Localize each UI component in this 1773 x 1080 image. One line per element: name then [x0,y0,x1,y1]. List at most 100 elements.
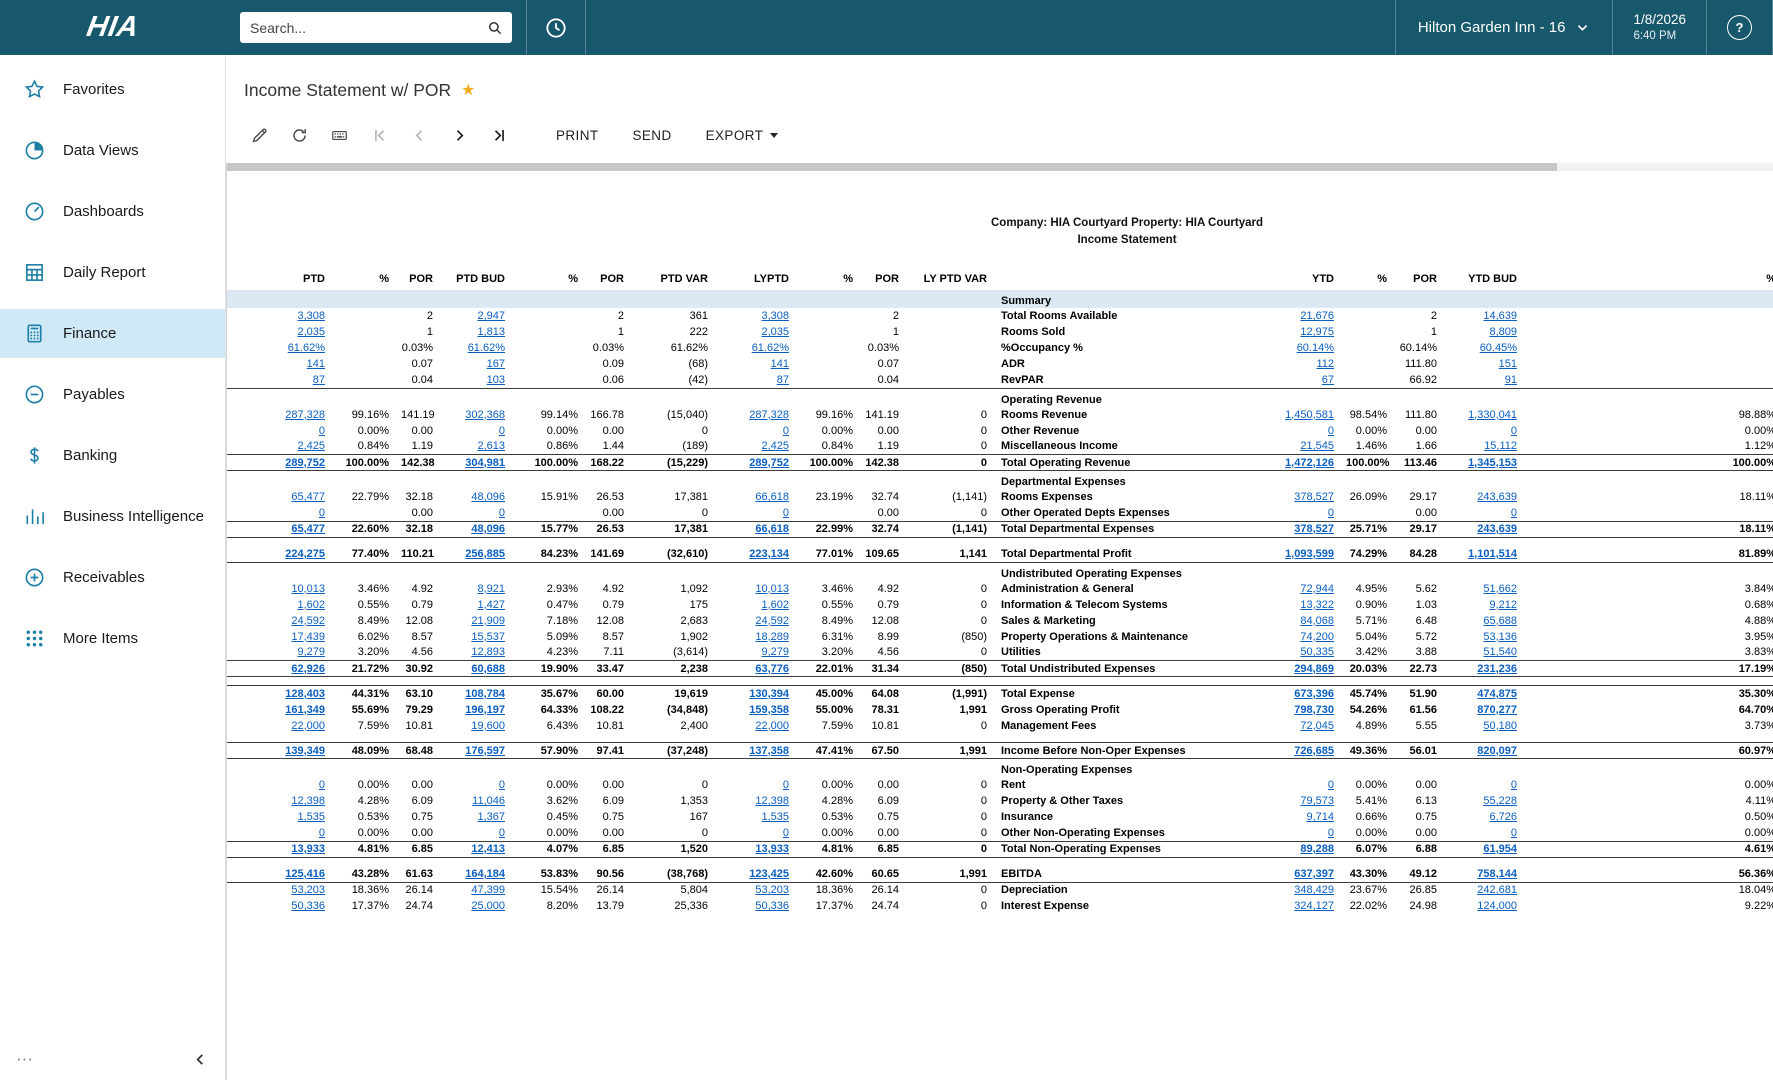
drilldown-link[interactable]: 378,527 [1294,491,1334,503]
recent-items-button[interactable] [527,0,585,55]
drilldown-link[interactable]: 8,921 [477,583,505,595]
drilldown-link[interactable]: 223,134 [749,548,789,560]
drilldown-link[interactable]: 0 [319,425,325,437]
drilldown-link[interactable]: 22,000 [291,720,325,732]
horizontal-scrollbar[interactable] [227,163,1773,171]
drilldown-link[interactable]: 21,545 [1300,440,1334,452]
sidebar-item-more-items[interactable]: More Items [0,614,225,663]
drilldown-link[interactable]: 1,602 [761,599,789,611]
drilldown-link[interactable]: 87 [313,374,325,386]
drilldown-link[interactable]: 1,450,581 [1285,409,1334,421]
drilldown-link[interactable]: 176,597 [465,745,505,757]
drilldown-link[interactable]: 0 [783,827,789,839]
drilldown-link[interactable]: 798,730 [1294,704,1334,716]
drilldown-link[interactable]: 159,358 [749,704,789,716]
drilldown-link[interactable]: 141 [771,358,789,370]
more-options-icon[interactable]: ⋯ [16,1055,35,1065]
drilldown-link[interactable]: 6,726 [1489,811,1517,823]
drilldown-link[interactable]: 60.14% [1297,342,1334,354]
drilldown-link[interactable]: 0 [499,779,505,791]
drilldown-link[interactable]: 289,752 [285,457,325,469]
drilldown-link[interactable]: 15,112 [1484,440,1517,452]
drilldown-link[interactable]: 0 [1328,425,1334,437]
sidebar-item-finance[interactable]: Finance [0,309,225,358]
drilldown-link[interactable]: 65,477 [291,523,325,535]
help-button[interactable]: ? [1727,15,1752,40]
drilldown-link[interactable]: 287,328 [749,409,789,421]
drilldown-link[interactable]: 294,869 [1294,663,1334,675]
drilldown-link[interactable]: 12,398 [291,795,325,807]
drilldown-link[interactable]: 91 [1505,374,1517,386]
sidebar-item-banking[interactable]: Banking [0,431,225,480]
drilldown-link[interactable]: 0 [1328,779,1334,791]
drilldown-link[interactable]: 89,288 [1300,843,1334,855]
sidebar-collapse-button[interactable] [192,1051,209,1068]
drilldown-link[interactable]: 2,613 [477,440,505,452]
drilldown-link[interactable]: 10,013 [291,583,325,595]
drilldown-link[interactable]: 0 [1511,425,1517,437]
drilldown-link[interactable]: 79,573 [1300,795,1334,807]
drilldown-link[interactable]: 130,394 [749,688,789,700]
drilldown-link[interactable]: 1,535 [297,811,325,823]
drilldown-link[interactable]: 0 [499,827,505,839]
app-logo[interactable]: HIA [0,11,226,44]
drilldown-link[interactable]: 167 [487,358,505,370]
drilldown-link[interactable]: 474,875 [1477,688,1517,700]
drilldown-link[interactable]: 139,349 [285,745,325,757]
drilldown-link[interactable]: 348,429 [1294,884,1334,896]
drilldown-link[interactable]: 17,439 [291,631,325,643]
drilldown-link[interactable]: 164,184 [465,868,505,880]
drilldown-link[interactable]: 0 [1511,779,1517,791]
drilldown-link[interactable]: 12,398 [755,795,789,807]
drilldown-link[interactable]: 50,336 [291,900,325,912]
prev-page-button[interactable] [402,120,436,150]
sidebar-item-dashboards[interactable]: Dashboards [0,187,225,236]
drilldown-link[interactable]: 124,000 [1477,900,1517,912]
first-page-button[interactable] [362,120,396,150]
drilldown-link[interactable]: 12,893 [471,646,505,658]
drilldown-link[interactable]: 3,308 [761,310,789,322]
drilldown-link[interactable]: 1,472,126 [1285,457,1334,469]
drilldown-link[interactable]: 18,289 [755,631,789,643]
sidebar-item-payables[interactable]: Payables [0,370,225,419]
drilldown-link[interactable]: 9,279 [761,646,789,658]
drilldown-link[interactable]: 9,212 [1489,599,1517,611]
drilldown-link[interactable]: 60,688 [471,663,505,675]
drilldown-link[interactable]: 243,639 [1477,523,1517,535]
drilldown-link[interactable]: 66,618 [755,523,789,535]
drilldown-link[interactable]: 161,349 [285,704,325,716]
drilldown-link[interactable]: 65,477 [291,491,325,503]
drilldown-link[interactable]: 0 [1328,507,1334,519]
drilldown-link[interactable]: 1,101,514 [1468,548,1517,560]
drilldown-link[interactable]: 21,909 [471,615,505,627]
drilldown-link[interactable]: 74,200 [1300,631,1334,643]
drilldown-link[interactable]: 9,279 [297,646,325,658]
drilldown-link[interactable]: 72,045 [1300,720,1334,732]
drilldown-link[interactable]: 53,136 [1483,631,1517,643]
search-icon[interactable] [486,19,504,37]
drilldown-link[interactable]: 726,685 [1294,745,1334,757]
drilldown-link[interactable]: 66,618 [755,491,789,503]
drilldown-link[interactable]: 12,413 [471,843,505,855]
drilldown-link[interactable]: 137,358 [749,745,789,757]
drilldown-link[interactable]: 12,975 [1300,326,1334,338]
drilldown-link[interactable]: 53,203 [755,884,789,896]
drilldown-link[interactable]: 47,399 [471,884,505,896]
drilldown-link[interactable]: 1,367 [477,811,505,823]
drilldown-link[interactable]: 10,013 [755,583,789,595]
drilldown-link[interactable]: 673,396 [1294,688,1334,700]
drilldown-link[interactable]: 48,096 [471,491,505,503]
drilldown-link[interactable]: 48,096 [471,523,505,535]
drilldown-link[interactable]: 2,947 [477,310,505,322]
drilldown-link[interactable]: 141 [307,358,325,370]
next-page-button[interactable] [442,120,476,150]
drilldown-link[interactable]: 196,197 [465,704,505,716]
drilldown-link[interactable]: 243,639 [1477,491,1517,503]
drilldown-link[interactable]: 2,425 [297,440,325,452]
drilldown-link[interactable]: 87 [777,374,789,386]
drilldown-link[interactable]: 14,639 [1483,310,1517,322]
drilldown-link[interactable]: 51,662 [1483,583,1517,595]
drilldown-link[interactable]: 62,926 [291,663,325,675]
refresh-button[interactable] [282,120,316,150]
drilldown-link[interactable]: 21,676 [1300,310,1334,322]
